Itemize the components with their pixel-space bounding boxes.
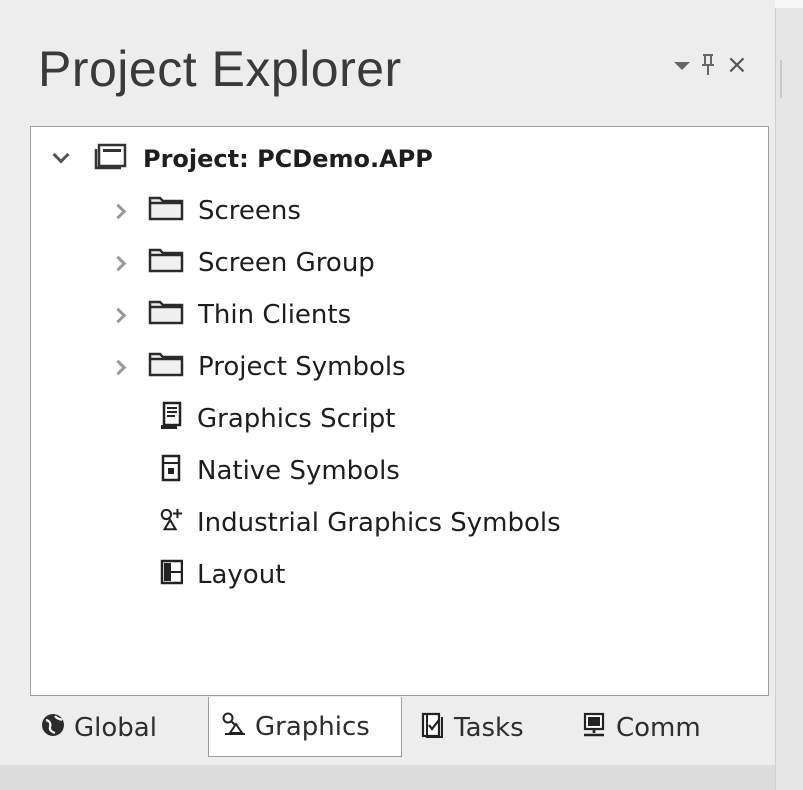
tree-item-label: Layout xyxy=(197,560,286,590)
tree-item-screens[interactable]: Screens xyxy=(110,189,301,233)
layout-icon xyxy=(159,557,184,594)
chevron-down-icon[interactable] xyxy=(52,146,70,164)
tree-item-label: Graphics Script xyxy=(197,404,396,434)
explorer-tab-bar: Global Graphics Tasks Comm xyxy=(30,697,775,759)
tree-item-thin-clients[interactable]: Thin Clients xyxy=(110,293,352,337)
tab-comm[interactable]: Comm xyxy=(580,697,701,759)
bottom-strip xyxy=(0,765,775,790)
pin-icon[interactable] xyxy=(701,54,715,79)
dropdown-icon[interactable] xyxy=(674,62,690,70)
tree-item-native-symbols[interactable]: Native Symbols xyxy=(159,449,400,493)
tree-item-label: Thin Clients xyxy=(198,300,352,330)
tree-item-industrial-graphics-symbols[interactable]: Industrial Graphics Symbols xyxy=(159,501,561,545)
tree-item-label: Native Symbols xyxy=(197,456,400,486)
right-panel-edge xyxy=(775,8,803,790)
graphics-icon xyxy=(221,710,247,743)
tab-label: Global xyxy=(74,713,157,743)
tree-item-graphics-script[interactable]: Graphics Script xyxy=(159,397,396,441)
panel-title: Project Explorer xyxy=(38,41,402,97)
tree-item-label: Screens xyxy=(198,196,301,226)
tree-item-label: Industrial Graphics Symbols xyxy=(197,508,561,538)
tab-graphics[interactable]: Graphics xyxy=(208,697,402,757)
project-explorer-panel: Project Explorer × Project: PCDemo.APP S… xyxy=(0,0,775,790)
chevron-right-icon[interactable] xyxy=(110,307,127,323)
tree-root-label: Project: PCDemo.APP xyxy=(143,145,433,173)
native-symbol-icon xyxy=(159,453,183,490)
tasks-icon xyxy=(420,711,446,746)
industrial-symbol-icon xyxy=(159,505,183,542)
tree-root[interactable]: Project: PCDemo.APP xyxy=(52,137,433,181)
tab-label: Tasks xyxy=(454,713,524,743)
close-icon[interactable]: × xyxy=(726,52,748,78)
tab-global[interactable]: Global xyxy=(40,697,157,759)
script-icon xyxy=(159,401,183,438)
project-tree: Project: PCDemo.APP Screens Screen Group… xyxy=(30,126,769,696)
globe-icon xyxy=(40,712,66,745)
tree-item-label: Screen Group xyxy=(198,248,375,278)
chevron-right-icon[interactable] xyxy=(110,203,127,219)
folder-icon xyxy=(148,195,184,228)
tab-label: Graphics xyxy=(255,711,370,742)
chevron-right-icon[interactable] xyxy=(110,255,127,271)
tab-label: Comm xyxy=(616,713,701,743)
folder-icon xyxy=(148,299,184,332)
tree-item-project-symbols[interactable]: Project Symbols xyxy=(110,345,406,389)
tree-item-label: Project Symbols xyxy=(198,352,406,382)
chevron-right-icon[interactable] xyxy=(110,359,127,375)
folder-icon xyxy=(148,351,184,384)
tree-item-screen-group[interactable]: Screen Group xyxy=(110,241,375,285)
project-icon xyxy=(93,142,129,177)
computer-icon xyxy=(580,711,608,746)
tree-item-layout[interactable]: Layout xyxy=(159,553,285,597)
tab-tasks[interactable]: Tasks xyxy=(420,697,524,759)
folder-icon xyxy=(148,247,184,280)
